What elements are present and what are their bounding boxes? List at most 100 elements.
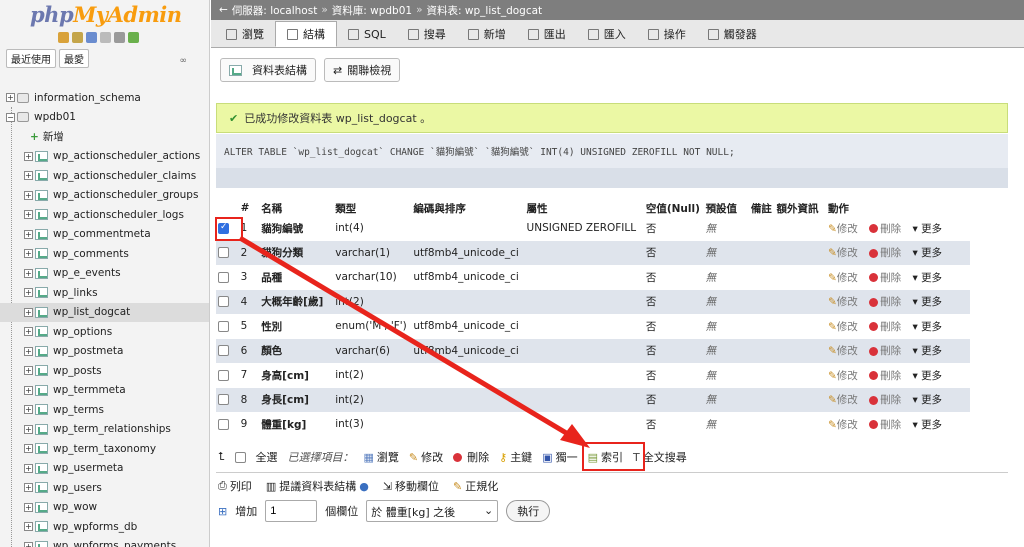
more-dropdown[interactable]: ▾ 更多 bbox=[912, 321, 942, 333]
delete-column-button[interactable]: 刪除 bbox=[869, 272, 901, 284]
tab-browse[interactable]: 瀏覽 bbox=[215, 21, 275, 47]
settings-icon[interactable] bbox=[114, 31, 125, 43]
sidebar-table-item[interactable]: + wp_list_dogcat bbox=[0, 302, 209, 322]
collapse-icon[interactable]: ← bbox=[219, 4, 228, 16]
edit-column-button[interactable]: ✎修改 bbox=[828, 370, 858, 382]
sidebar-table-item[interactable]: + wp_options bbox=[0, 322, 209, 342]
delete-column-button[interactable]: 刪除 bbox=[869, 370, 901, 382]
delete-column-button[interactable]: 刪除 bbox=[869, 394, 901, 406]
edit-column-button[interactable]: ✎修改 bbox=[828, 296, 858, 308]
row-checkbox[interactable] bbox=[218, 345, 229, 357]
expand-icon[interactable]: + bbox=[24, 307, 33, 317]
sidebar-table-item[interactable]: + wp_links bbox=[0, 283, 209, 303]
expand-icon[interactable]: + bbox=[24, 483, 33, 493]
delete-column-button[interactable]: 刪除 bbox=[869, 296, 901, 308]
expand-icon[interactable]: − bbox=[6, 112, 15, 122]
sidebar-table-item[interactable]: + wp_usermeta bbox=[0, 459, 209, 479]
row-checkbox[interactable] bbox=[218, 418, 229, 430]
normalize-link[interactable]: ✎ 正規化 bbox=[453, 478, 498, 494]
edit-column-button[interactable]: ✎修改 bbox=[828, 321, 858, 333]
bulk-primary-button[interactable]: ⚷ 主鍵 bbox=[499, 449, 532, 465]
tab-import[interactable]: 匯入 bbox=[577, 21, 637, 47]
sidebar-table-item[interactable]: + wp_actionscheduler_logs bbox=[0, 205, 209, 225]
breadcrumb-database[interactable]: 資料庫: wpdb01 bbox=[332, 3, 412, 18]
expand-icon[interactable]: + bbox=[24, 288, 33, 298]
more-dropdown[interactable]: ▾ 更多 bbox=[912, 394, 942, 406]
row-checkbox[interactable] bbox=[218, 271, 229, 283]
sidebar-table-item[interactable]: + wp_posts bbox=[0, 361, 209, 381]
print-link[interactable]: ⎙ 列印 bbox=[218, 478, 252, 494]
expand-icon[interactable]: + bbox=[24, 405, 33, 415]
delete-column-button[interactable]: 刪除 bbox=[869, 345, 901, 357]
expand-icon[interactable]: + bbox=[24, 268, 33, 278]
row-checkbox[interactable] bbox=[218, 369, 229, 381]
sidebar-table-item[interactable]: + wp_terms bbox=[0, 400, 209, 420]
expand-icon[interactable]: + bbox=[24, 229, 33, 239]
more-dropdown[interactable]: ▾ 更多 bbox=[912, 223, 942, 235]
more-dropdown[interactable]: ▾ 更多 bbox=[912, 296, 942, 308]
edit-column-button[interactable]: ✎修改 bbox=[828, 345, 858, 357]
docs-icon[interactable] bbox=[100, 31, 111, 43]
favorites-tab[interactable]: 最愛 bbox=[59, 48, 89, 68]
row-checkbox[interactable] bbox=[218, 296, 229, 308]
breadcrumb-server[interactable]: 伺服器: localhost bbox=[232, 3, 318, 18]
edit-column-button[interactable]: ✎修改 bbox=[828, 419, 858, 431]
relation-view-subtab[interactable]: ⇄ 關聯檢視 bbox=[324, 58, 401, 82]
propose-structure-link[interactable]: ▥ 提議資料表結構 ● bbox=[266, 478, 369, 494]
phpmyadmin-logo[interactable]: phpMyAdmin bbox=[0, 0, 209, 28]
expand-icon[interactable]: + bbox=[24, 327, 33, 337]
more-dropdown[interactable]: ▾ 更多 bbox=[912, 370, 942, 382]
more-dropdown[interactable]: ▾ 更多 bbox=[912, 345, 942, 357]
add-column-count-input[interactable] bbox=[265, 500, 318, 522]
delete-column-button[interactable]: 刪除 bbox=[869, 419, 901, 431]
bulk-browse-button[interactable]: ▦ 瀏覽 bbox=[364, 449, 399, 465]
check-all-checkbox[interactable] bbox=[234, 451, 246, 463]
sidebar-table-item[interactable]: + wp_wpforms_payments bbox=[0, 537, 209, 547]
go-button[interactable]: 執行 bbox=[506, 500, 551, 522]
expand-icon[interactable]: + bbox=[24, 366, 33, 376]
expand-icon[interactable]: + bbox=[24, 385, 33, 395]
expand-icon[interactable]: + bbox=[24, 346, 33, 356]
expand-icon[interactable]: + bbox=[24, 463, 33, 473]
sidebar-table-item[interactable]: + wp_users bbox=[0, 478, 209, 498]
more-dropdown[interactable]: ▾ 更多 bbox=[912, 247, 942, 259]
recent-tab[interactable]: 最近使用 bbox=[6, 48, 56, 68]
link-icon[interactable]: ∞ bbox=[180, 56, 188, 66]
sidebar-table-item[interactable]: + wp_postmeta bbox=[0, 342, 209, 362]
bulk-unique-button[interactable]: ▣ 獨一 bbox=[542, 449, 577, 465]
sidebar-table-item[interactable]: + wp_wpforms_db bbox=[0, 517, 209, 537]
reload-icon[interactable] bbox=[128, 31, 139, 43]
tab-structure[interactable]: 結構 bbox=[275, 21, 337, 47]
expand-icon[interactable]: + bbox=[24, 210, 33, 220]
delete-column-button[interactable]: 刪除 bbox=[869, 247, 901, 259]
row-checkbox[interactable] bbox=[218, 394, 229, 406]
expand-icon[interactable]: + bbox=[6, 93, 15, 103]
sidebar-database-item[interactable]: + information_schema bbox=[0, 88, 209, 108]
expand-icon[interactable]: + bbox=[24, 151, 33, 161]
tab-triggers[interactable]: 觸發器 bbox=[697, 21, 768, 47]
tab-sql[interactable]: SQL bbox=[337, 21, 397, 47]
expand-icon[interactable]: + bbox=[24, 502, 33, 512]
sidebar-database-item[interactable]: − wpdb01 bbox=[0, 108, 209, 128]
tab-operations[interactable]: 操作 bbox=[637, 21, 697, 47]
delete-column-button[interactable]: 刪除 bbox=[869, 223, 901, 235]
sidebar-new-item[interactable]: + 新增 bbox=[0, 127, 209, 147]
move-columns-link[interactable]: ⇲ 移動欄位 bbox=[383, 478, 439, 494]
expand-icon[interactable]: + bbox=[24, 171, 33, 181]
sidebar-table-item[interactable]: + wp_actionscheduler_actions bbox=[0, 147, 209, 167]
expand-icon[interactable]: + bbox=[24, 190, 33, 200]
expand-icon[interactable]: + bbox=[24, 249, 33, 259]
sidebar-table-item[interactable]: + wp_actionscheduler_groups bbox=[0, 186, 209, 206]
edit-column-button[interactable]: ✎修改 bbox=[828, 272, 858, 284]
table-structure-subtab[interactable]: 資料表結構 bbox=[220, 58, 316, 82]
sidebar-table-item[interactable]: + wp_termmeta bbox=[0, 381, 209, 401]
breadcrumb-table[interactable]: 資料表: wp_list_dogcat bbox=[427, 3, 543, 18]
help-icon[interactable] bbox=[86, 31, 97, 43]
edit-column-button[interactable]: ✎修改 bbox=[828, 394, 858, 406]
sidebar-table-item[interactable]: + wp_actionscheduler_claims bbox=[0, 166, 209, 186]
column-position-select[interactable]: 於 體重[kg] 之後 ⌄ bbox=[366, 500, 499, 522]
expand-icon[interactable]: + bbox=[24, 522, 33, 532]
delete-column-button[interactable]: 刪除 bbox=[869, 321, 901, 333]
home-icon[interactable] bbox=[58, 31, 69, 43]
more-dropdown[interactable]: ▾ 更多 bbox=[912, 272, 942, 284]
